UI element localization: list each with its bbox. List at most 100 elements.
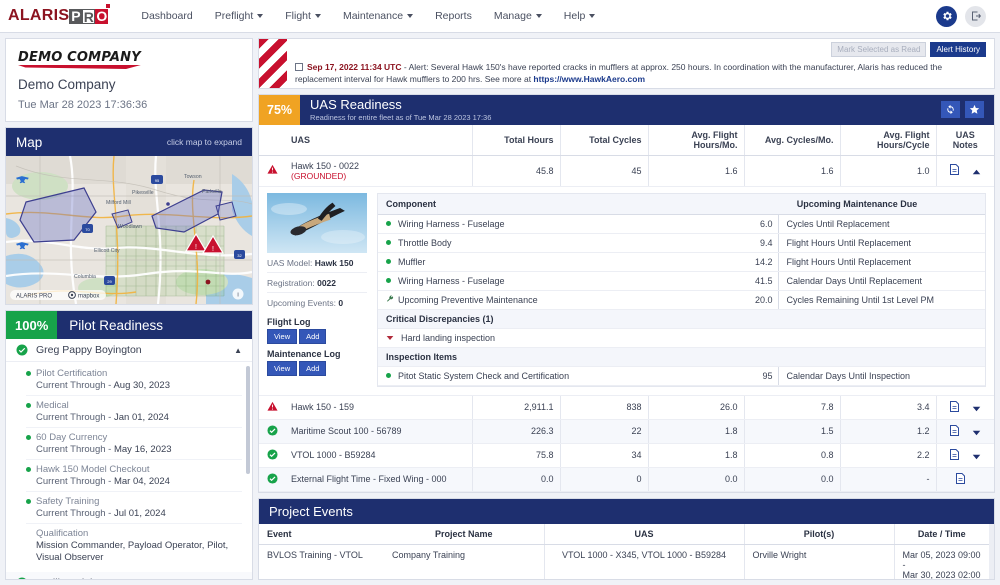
row-total-hours: 75.8 (471, 443, 560, 468)
row-expand-chevron-down[interactable] (972, 452, 981, 462)
status-alert-icon (266, 165, 278, 174)
component-unit: Flight Hours Until Replacement (778, 233, 985, 253)
chevron-down-icon[interactable]: ▼ (234, 578, 242, 579)
nav-item-dashboard[interactable]: Dashboard (130, 4, 203, 28)
star-icon (969, 105, 980, 115)
document-icon (949, 424, 959, 436)
alaris-pro-logo[interactable]: ALARIS P R O (8, 4, 111, 25)
refresh-button[interactable] (941, 101, 960, 119)
table-row[interactable]: BVLOS Training - VTOL Company Training V… (259, 544, 990, 580)
maintenance-log-add-button[interactable]: Add (299, 360, 327, 376)
critical-name: Hard landing inspection (401, 332, 496, 343)
credential-title: Pilot Certification (36, 368, 108, 379)
chevron-up-icon[interactable]: ▲ (234, 346, 242, 355)
pe-header-project: Project Name (384, 524, 544, 546)
logout-button[interactable] (965, 5, 986, 27)
credential-through-date: May 16, 2023 (113, 444, 172, 455)
component-row: Wiring Harness - Fuselage 6.0 Cycles Unt… (378, 214, 985, 234)
inspection-items-header: Inspection Items (378, 347, 985, 367)
row-total-hours: 226.3 (471, 419, 560, 444)
nav-item-flight[interactable]: Flight (274, 4, 332, 28)
flight-log-add-button[interactable]: Add (299, 328, 327, 344)
top-navigation-bar: ALARIS P R O Dashboard Preflight Flight Mai… (0, 0, 1000, 33)
flight-log-view-button[interactable]: View (267, 328, 298, 344)
component-value: 41.5 (728, 271, 780, 291)
table-row[interactable]: External Flight Time - Fixed Wing - 000 … (259, 467, 994, 492)
credential-through: Current Through - Aug 30, 2023 (36, 380, 242, 391)
nav-right-actions (936, 5, 990, 27)
alert-select-checkbox[interactable] (295, 63, 303, 71)
status-dot-icon (386, 239, 391, 245)
uas-notes-icon[interactable] (955, 472, 965, 486)
component-name-cell: Muffler (378, 252, 729, 272)
pe-header-uas: UAS (543, 524, 744, 546)
table-row[interactable]: Hawk 150 - 159 2,911.1 838 26.0 7.8 3.4 (259, 395, 994, 420)
row-status (259, 443, 285, 468)
row-avg-fh-cycle: - (839, 467, 936, 492)
row-expand-chevron-down[interactable] (972, 404, 981, 414)
uas-readiness-title-wrap: UAS Readiness Readiness for entire fleet… (300, 94, 994, 125)
alert-history-button[interactable]: Alert History (930, 42, 986, 57)
nav-label: Dashboard (141, 10, 193, 22)
row-notes (935, 395, 994, 420)
status-dot-icon (26, 467, 31, 472)
component-unit: Cycles Remaining Until 1st Level PM (778, 290, 985, 310)
uas-table: UAS Total Hours Total Cycles Avg. Flight… (259, 124, 994, 493)
svg-text:95: 95 (155, 178, 160, 183)
favorite-button[interactable] (965, 101, 984, 119)
page-body: Demo Company Demo Company Tue Mar 28 202… (0, 33, 1000, 585)
row-uas-name: VTOL 1000 - B59284 (285, 443, 472, 468)
maintenance-header-row: Component Upcoming Maintenance Due (378, 193, 985, 215)
nav-item-preflight[interactable]: Preflight (204, 4, 275, 28)
mark-selected-read-button[interactable]: Mark Selected as Read (831, 42, 927, 57)
pilot-row-orville-wright[interactable]: Orville Wright ▼ (6, 571, 252, 579)
alert-message: Sep 17, 2022 11:34 UTC - Alert: Several … (295, 61, 986, 86)
nav-item-reports[interactable]: Reports (424, 4, 483, 28)
row-uas-name: External Flight Time - Fixed Wing - 000 (285, 467, 472, 492)
uas-photo (267, 192, 367, 253)
credential-title: Hawk 150 Model Checkout (36, 464, 150, 475)
row-avg-cycles-mo: 0.0 (743, 467, 840, 492)
pe-header-event: Event (259, 524, 384, 546)
uas-notes-icon[interactable] (949, 164, 959, 177)
settings-button[interactable] (936, 5, 957, 27)
row-expand-chevron-down[interactable] (972, 428, 981, 438)
uas-header-uas: UAS (285, 124, 472, 156)
uas-header-status (259, 124, 285, 156)
table-row[interactable]: Maritime Scout 100 - 56789 226.3 22 1.8 … (259, 419, 994, 444)
status-dot-icon (26, 403, 31, 408)
row-total-hours: 2,911.1 (471, 395, 560, 420)
pe-date-end: Mar 30, 2023 02:00 (902, 570, 981, 580)
status-ok-icon (16, 344, 28, 356)
table-row[interactable]: X - MissionPlanner (Hybrid VTOL) - SIMUL… (259, 491, 994, 493)
uas-notes-icon[interactable] (949, 448, 959, 462)
map-canvas[interactable]: 95 70 29 32 Pikesville Milford Mill Wood… (6, 156, 252, 304)
upcoming-maintenance-header: Upcoming Maintenance Due (728, 193, 985, 215)
pilot-credentials: Pilot Certification Current Through - Au… (6, 362, 252, 572)
uas-detail-row: UAS Model: Hawk 150 Registration: 0022 U… (259, 186, 994, 396)
alert-link[interactable]: https://www.HawkAero.com (533, 74, 645, 84)
maintenance-log-view-button[interactable]: View (267, 360, 298, 376)
credentials-scrollbar[interactable] (246, 366, 250, 474)
table-row[interactable]: VTOL 1000 - B59284 75.8 34 1.8 0.8 2.2 (259, 443, 994, 468)
nav-item-manage[interactable]: Manage (483, 4, 553, 28)
row-expand-chevron-up[interactable] (972, 167, 981, 177)
svg-text:29: 29 (107, 279, 112, 284)
inspection-name-cell: Pitot Static System Check and Certificat… (378, 366, 729, 386)
nav-item-maintenance[interactable]: Maintenance (332, 4, 424, 28)
row-notes (935, 467, 994, 492)
critical-discrepancies-header-row: Critical Discrepancies (1) (378, 309, 985, 329)
uas-notes-icon[interactable] (949, 400, 959, 414)
table-row[interactable]: Hawk 150 - 0022 (GROUNDED) 45.8 45 1.6 1… (259, 155, 994, 187)
app-root: ALARIS P R O Dashboard Preflight Flight Mai… (0, 0, 1000, 585)
component-unit: Cycles Until Replacement (778, 214, 985, 234)
status-dot-icon (386, 277, 391, 283)
nav-item-help[interactable]: Help (553, 4, 607, 28)
pe-pilots: Orville Wright (743, 544, 894, 580)
pilot-row-greg-pappy-boyington[interactable]: Greg Pappy Boyington ▲ (6, 339, 252, 362)
row-avg-fh-cycle: 3.4 (839, 395, 936, 420)
uas-notes-icon[interactable] (949, 424, 959, 438)
row-status (259, 491, 285, 493)
project-events-scrollbar[interactable] (989, 524, 994, 580)
document-icon (955, 472, 965, 484)
